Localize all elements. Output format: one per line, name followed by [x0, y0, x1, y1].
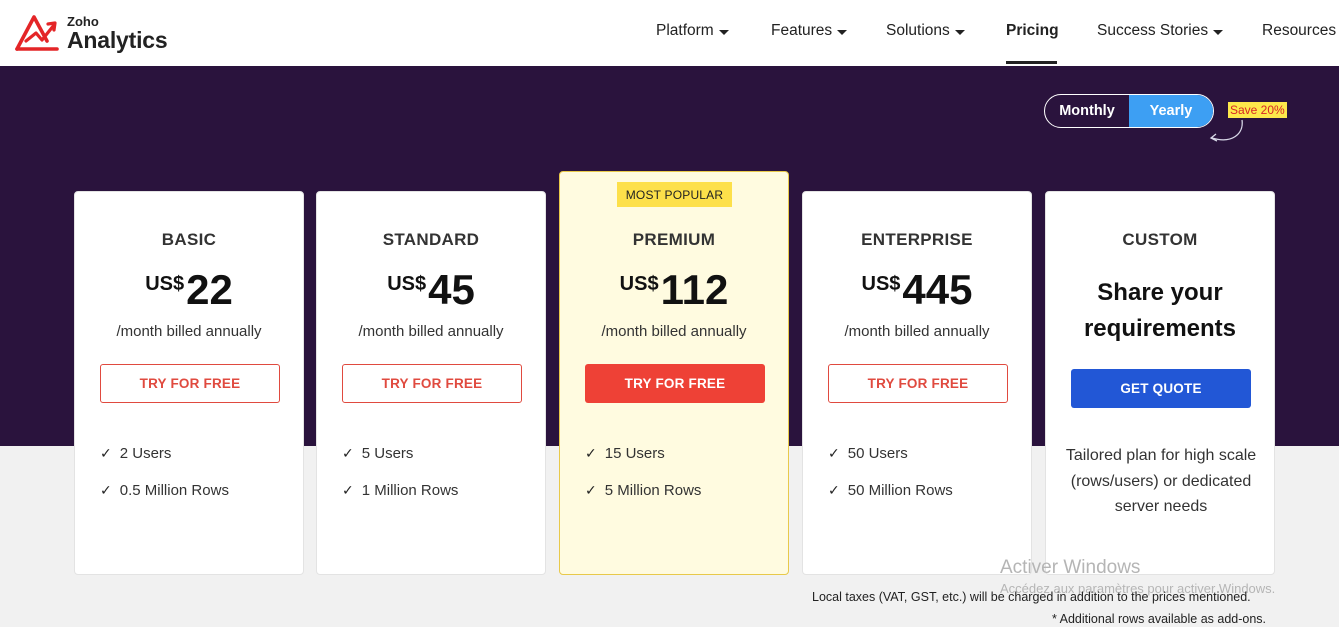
most-popular-badge: MOST POPULAR — [617, 182, 732, 207]
save-badge: Save 20% — [1228, 102, 1287, 118]
plan-card-custom: CUSTOM Share your requirements GET QUOTE… — [1045, 191, 1275, 575]
top-navbar: Zoho Analytics Platform Features Solutio… — [0, 0, 1339, 66]
curved-arrow-icon — [1209, 119, 1243, 142]
nav-success-stories-label: Success Stories — [1097, 22, 1209, 39]
check-icon: ✓ — [585, 482, 597, 498]
try-for-free-button[interactable]: TRY FOR FREE — [828, 364, 1008, 403]
nav-success-stories[interactable]: Success Stories — [1097, 22, 1224, 40]
caret-down-icon — [954, 29, 965, 35]
taxes-note: Local taxes (VAT, GST, etc.) will be cha… — [812, 590, 1251, 604]
price-currency: US$ — [145, 273, 185, 295]
try-for-free-button[interactable]: TRY FOR FREE — [585, 364, 765, 403]
nav-pricing[interactable]: Pricing — [1006, 22, 1059, 40]
feature-text: 5 Million Rows — [604, 482, 702, 499]
toggle-monthly[interactable]: Monthly — [1045, 95, 1129, 127]
check-icon: ✓ — [828, 445, 840, 461]
plan-card-premium: MOST POPULAR PREMIUM US$ 112 /month bill… — [559, 171, 789, 575]
plan-price: US$ 445 — [803, 269, 1031, 311]
plan-name: PREMIUM — [632, 230, 716, 249]
feature-text: 1 Million Rows — [361, 482, 459, 499]
plan-card-basic: BASIC US$ 22 /month billed annually TRY … — [74, 191, 304, 575]
feature-rows: ✓ 50 Million Rows — [828, 482, 953, 499]
logo-brand-small: Zoho — [67, 13, 99, 29]
try-for-free-button[interactable]: TRY FOR FREE — [100, 364, 280, 403]
active-nav-underline — [1006, 61, 1057, 64]
check-icon: ✓ — [828, 482, 840, 498]
check-icon: ✓ — [100, 482, 112, 498]
toggle-yearly[interactable]: Yearly — [1129, 95, 1213, 127]
check-icon: ✓ — [585, 445, 597, 461]
plan-price: US$ 112 — [560, 269, 788, 311]
plan-price: US$ 45 — [317, 269, 545, 311]
billing-toggle[interactable]: Monthly Yearly — [1044, 94, 1214, 128]
price-value: 112 — [660, 266, 729, 313]
nav-resources-label: Resources — [1262, 22, 1337, 39]
feature-text: 50 Million Rows — [847, 482, 953, 499]
get-quote-button[interactable]: GET QUOTE — [1071, 369, 1251, 408]
check-icon: ✓ — [342, 482, 354, 498]
nav-platform[interactable]: Platform — [656, 22, 729, 40]
nav-features[interactable]: Features — [771, 22, 848, 40]
billing-period: /month billed annually — [601, 323, 747, 340]
feature-users: ✓ 50 Users — [828, 445, 908, 462]
caret-down-icon — [718, 29, 729, 35]
caret-down-icon — [1213, 29, 1224, 35]
feature-users: ✓ 2 Users — [100, 445, 171, 462]
price-value: 445 — [902, 266, 973, 313]
nav-solutions-label: Solutions — [886, 22, 950, 39]
check-icon: ✓ — [100, 445, 112, 461]
custom-description: Tailored plan for high scale (rows/users… — [1065, 447, 1257, 515]
try-for-free-button[interactable]: TRY FOR FREE — [342, 364, 522, 403]
feature-text: 50 Users — [847, 445, 908, 462]
nav-pricing-label: Pricing — [1006, 22, 1059, 39]
billing-period: /month billed annually — [844, 323, 990, 340]
plan-name: CUSTOM — [1122, 230, 1198, 249]
addons-note: * Additional rows available as add-ons. — [1052, 612, 1267, 626]
feature-text: 5 Users — [361, 445, 414, 462]
feature-rows: ✓ 0.5 Million Rows — [100, 482, 229, 499]
billing-period: /month billed annually — [116, 323, 262, 340]
plan-price: US$ 22 — [75, 269, 303, 311]
nav-platform-label: Platform — [656, 22, 714, 39]
plan-name: STANDARD — [382, 230, 480, 249]
price-currency: US$ — [861, 273, 901, 295]
feature-text: 15 Users — [604, 445, 665, 462]
analytics-logo-icon — [15, 15, 59, 51]
windows-activation-title: Activer Windows — [1000, 557, 1141, 578]
price-value: 45 — [428, 266, 475, 313]
zoho-analytics-logo[interactable]: Zoho Analytics — [14, 12, 184, 54]
caret-down-icon — [837, 29, 848, 35]
price-currency: US$ — [619, 273, 659, 295]
plan-card-standard: STANDARD US$ 45 /month billed annually T… — [316, 191, 546, 575]
billing-period: /month billed annually — [358, 323, 504, 340]
feature-users: ✓ 5 Users — [342, 445, 413, 462]
feature-text: 0.5 Million Rows — [119, 482, 229, 499]
nav-resources[interactable]: Resources — [1262, 22, 1336, 40]
nav-features-label: Features — [771, 22, 833, 39]
plan-card-enterprise: ENTERPRISE US$ 445 /month billed annuall… — [802, 191, 1032, 575]
feature-users: ✓ 15 Users — [585, 445, 665, 462]
price-value: 22 — [186, 266, 233, 313]
plan-name: ENTERPRISE — [861, 230, 973, 249]
logo-brand-name: Analytics — [67, 26, 168, 53]
feature-rows: ✓ 1 Million Rows — [342, 482, 458, 499]
feature-rows: ✓ 5 Million Rows — [585, 482, 701, 499]
price-currency: US$ — [387, 273, 427, 295]
feature-text: 2 Users — [119, 445, 172, 462]
custom-headline: Share your requirements — [1083, 279, 1237, 342]
check-icon: ✓ — [342, 445, 354, 461]
plan-name: BASIC — [161, 230, 217, 249]
nav-solutions[interactable]: Solutions — [886, 22, 965, 40]
